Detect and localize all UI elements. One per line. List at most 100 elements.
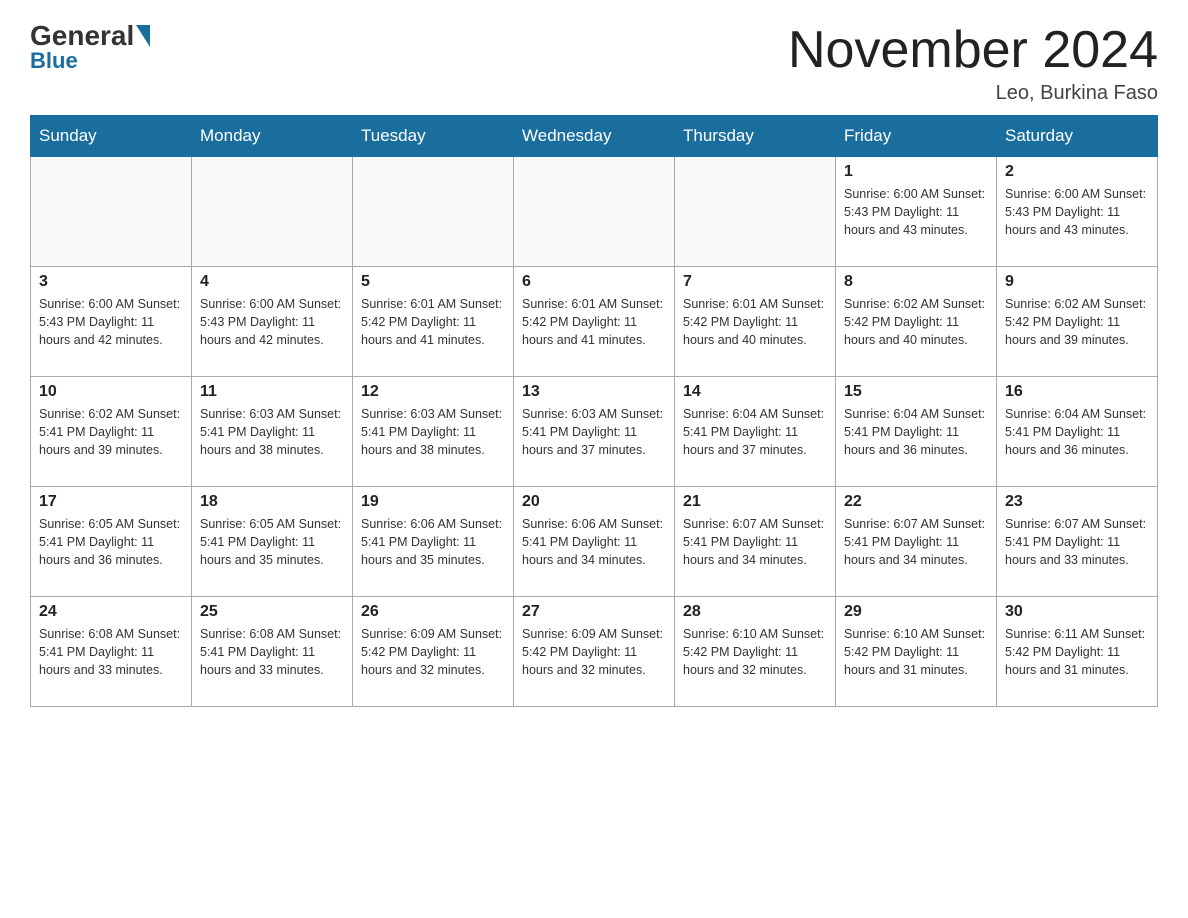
week-row-3: 10 Sunrise: 6:02 AM Sunset: 5:41 PM Dayli… — [31, 377, 1158, 487]
calendar-cell: 28 Sunrise: 6:10 AM Sunset: 5:42 PM Dayli… — [675, 597, 836, 707]
calendar-cell: 17Sunrise: 6:05 AM Sunset: 5:41 PM Dayli… — [31, 487, 192, 597]
day-info: Sunrise: 6:04 AM Sunset: 5:41 PM Dayligh… — [844, 405, 988, 459]
calendar-cell: 22 Sunrise: 6:07 AM Sunset: 5:41 PM Dayli… — [836, 487, 997, 597]
col-header-thursday: Thursday — [675, 116, 836, 157]
day-info: Sunrise: 6:00 AM Sunset: 5:43 PM Dayligh… — [1005, 185, 1149, 239]
day-number: 30 — [1005, 603, 1149, 621]
day-info: Sunrise: 6:10 AM Sunset: 5:42 PM Dayligh… — [844, 625, 988, 679]
day-number: 11 — [200, 383, 344, 401]
calendar-header-row: SundayMondayTuesdayWednesdayThursdayFrid… — [31, 116, 1158, 157]
calendar-cell: 9 Sunrise: 6:02 AM Sunset: 5:42 PM Daylig… — [997, 267, 1158, 377]
day-number: 25 — [200, 603, 344, 621]
day-info: Sunrise: 6:04 AM Sunset: 5:41 PM Dayligh… — [683, 405, 827, 459]
day-number: 29 — [844, 603, 988, 621]
calendar-cell: 7Sunrise: 6:01 AM Sunset: 5:42 PM Daylig… — [675, 267, 836, 377]
month-title: November 2024 — [788, 20, 1158, 80]
day-info: Sunrise: 6:08 AM Sunset: 5:41 PM Dayligh… — [200, 625, 344, 679]
day-number: 26 — [361, 603, 505, 621]
day-number: 6 — [522, 273, 666, 291]
day-info: Sunrise: 6:11 AM Sunset: 5:42 PM Dayligh… — [1005, 625, 1149, 679]
calendar-cell: 5 Sunrise: 6:01 AM Sunset: 5:42 PM Daylig… — [353, 267, 514, 377]
calendar-cell: 26 Sunrise: 6:09 AM Sunset: 5:42 PM Dayli… — [353, 597, 514, 707]
day-info: Sunrise: 6:07 AM Sunset: 5:41 PM Dayligh… — [683, 515, 827, 569]
day-info: Sunrise: 6:03 AM Sunset: 5:41 PM Dayligh… — [522, 405, 666, 459]
logo-arrow-icon — [136, 25, 150, 47]
calendar-cell — [514, 157, 675, 267]
calendar-cell: 3Sunrise: 6:00 AM Sunset: 5:43 PM Daylig… — [31, 267, 192, 377]
calendar-cell: 20 Sunrise: 6:06 AM Sunset: 5:41 PM Dayli… — [514, 487, 675, 597]
calendar-cell: 10 Sunrise: 6:02 AM Sunset: 5:41 PM Dayli… — [31, 377, 192, 487]
day-number: 13 — [522, 383, 666, 401]
day-info: Sunrise: 6:05 AM Sunset: 5:41 PM Dayligh… — [200, 515, 344, 569]
day-number: 14 — [683, 383, 827, 401]
day-info: Sunrise: 6:06 AM Sunset: 5:41 PM Dayligh… — [522, 515, 666, 569]
calendar-cell: 16Sunrise: 6:04 AM Sunset: 5:41 PM Dayli… — [997, 377, 1158, 487]
calendar-cell: 23 Sunrise: 6:07 AM Sunset: 5:41 PM Dayli… — [997, 487, 1158, 597]
day-number: 8 — [844, 273, 988, 291]
calendar-cell: 12 Sunrise: 6:03 AM Sunset: 5:41 PM Dayli… — [353, 377, 514, 487]
day-number: 12 — [361, 383, 505, 401]
day-info: Sunrise: 6:00 AM Sunset: 5:43 PM Dayligh… — [844, 185, 988, 239]
calendar-cell — [675, 157, 836, 267]
day-info: Sunrise: 6:03 AM Sunset: 5:41 PM Dayligh… — [361, 405, 505, 459]
calendar-cell: 21 Sunrise: 6:07 AM Sunset: 5:41 PM Dayli… — [675, 487, 836, 597]
calendar-cell: 1 Sunrise: 6:00 AM Sunset: 5:43 PM Daylig… — [836, 157, 997, 267]
week-row-4: 17 Sunrise: 6:05 AM Sunset: 5:41 PM Dayli… — [31, 487, 1158, 597]
day-info: Sunrise: 6:02 AM Sunset: 5:42 PM Dayligh… — [844, 295, 988, 349]
day-number: 5 — [361, 273, 505, 291]
day-number: 17 — [39, 493, 183, 511]
day-number: 7 — [683, 273, 827, 291]
col-header-tuesday: Tuesday — [353, 116, 514, 157]
calendar-table: SundayMondayTuesdayWednesdayThursdayFrid… — [30, 115, 1158, 707]
day-info: Sunrise: 6:02 AM Sunset: 5:42 PM Dayligh… — [1005, 295, 1149, 349]
col-header-wednesday: Wednesday — [514, 116, 675, 157]
col-header-sunday: Sunday — [31, 116, 192, 157]
col-header-monday: Monday — [192, 116, 353, 157]
calendar-cell: 15Sunrise: 6:04 AM Sunset: 5:41 PM Dayli… — [836, 377, 997, 487]
page-header: General Blue November 2024 Leo, Burkina … — [30, 20, 1158, 105]
day-number: 2 — [1005, 163, 1149, 181]
day-info: Sunrise: 6:01 AM Sunset: 5:42 PM Dayligh… — [361, 295, 505, 349]
calendar-cell — [353, 157, 514, 267]
day-number: 20 — [522, 493, 666, 511]
col-header-saturday: Saturday — [997, 116, 1158, 157]
day-info: Sunrise: 6:07 AM Sunset: 5:41 PM Dayligh… — [844, 515, 988, 569]
calendar-cell: 19 Sunrise: 6:06 AM Sunset: 5:41 PM Dayli… — [353, 487, 514, 597]
day-number: 22 — [844, 493, 988, 511]
day-number: 9 — [1005, 273, 1149, 291]
calendar-cell: 27Sunrise: 6:09 AM Sunset: 5:42 PM Dayli… — [514, 597, 675, 707]
col-header-friday: Friday — [836, 116, 997, 157]
calendar-cell: 18Sunrise: 6:05 AM Sunset: 5:41 PM Dayli… — [192, 487, 353, 597]
day-info: Sunrise: 6:02 AM Sunset: 5:41 PM Dayligh… — [39, 405, 183, 459]
day-number: 19 — [361, 493, 505, 511]
calendar-cell: 11Sunrise: 6:03 AM Sunset: 5:41 PM Dayli… — [192, 377, 353, 487]
day-number: 16 — [1005, 383, 1149, 401]
calendar-cell: 29 Sunrise: 6:10 AM Sunset: 5:42 PM Dayli… — [836, 597, 997, 707]
week-row-1: 1 Sunrise: 6:00 AM Sunset: 5:43 PM Daylig… — [31, 157, 1158, 267]
day-number: 28 — [683, 603, 827, 621]
location-label: Leo, Burkina Faso — [788, 82, 1158, 105]
calendar-cell: 30 Sunrise: 6:11 AM Sunset: 5:42 PM Dayli… — [997, 597, 1158, 707]
day-number: 24 — [39, 603, 183, 621]
day-info: Sunrise: 6:06 AM Sunset: 5:41 PM Dayligh… — [361, 515, 505, 569]
day-info: Sunrise: 6:07 AM Sunset: 5:41 PM Dayligh… — [1005, 515, 1149, 569]
day-number: 27 — [522, 603, 666, 621]
day-number: 23 — [1005, 493, 1149, 511]
calendar-cell — [192, 157, 353, 267]
day-info: Sunrise: 6:01 AM Sunset: 5:42 PM Dayligh… — [522, 295, 666, 349]
day-number: 3 — [39, 273, 183, 291]
day-info: Sunrise: 6:10 AM Sunset: 5:42 PM Dayligh… — [683, 625, 827, 679]
calendar-cell: 13 Sunrise: 6:03 AM Sunset: 5:41 PM Dayli… — [514, 377, 675, 487]
calendar-cell: 8 Sunrise: 6:02 AM Sunset: 5:42 PM Daylig… — [836, 267, 997, 377]
day-number: 21 — [683, 493, 827, 511]
calendar-cell: 14 Sunrise: 6:04 AM Sunset: 5:41 PM Dayli… — [675, 377, 836, 487]
title-section: November 2024 Leo, Burkina Faso — [788, 20, 1158, 105]
logo: General Blue — [30, 20, 150, 74]
day-info: Sunrise: 6:09 AM Sunset: 5:42 PM Dayligh… — [361, 625, 505, 679]
calendar-cell: 4Sunrise: 6:00 AM Sunset: 5:43 PM Daylig… — [192, 267, 353, 377]
calendar-cell: 2 Sunrise: 6:00 AM Sunset: 5:43 PM Daylig… — [997, 157, 1158, 267]
day-number: 10 — [39, 383, 183, 401]
day-number: 1 — [844, 163, 988, 181]
week-row-5: 24 Sunrise: 6:08 AM Sunset: 5:41 PM Dayli… — [31, 597, 1158, 707]
calendar-cell: 6 Sunrise: 6:01 AM Sunset: 5:42 PM Daylig… — [514, 267, 675, 377]
